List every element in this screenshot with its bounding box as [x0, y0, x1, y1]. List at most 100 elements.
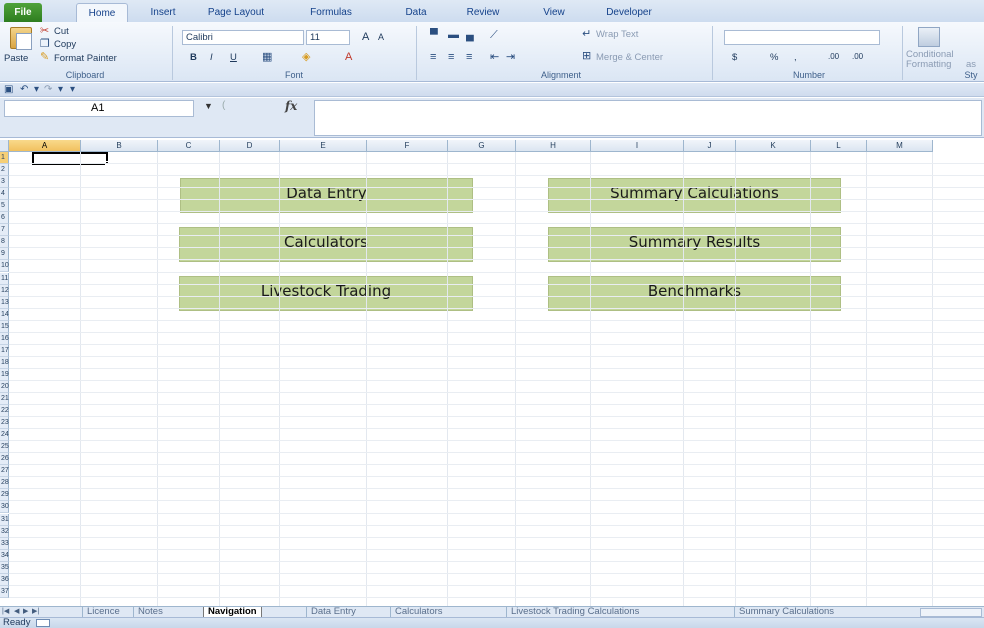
- row-header-18[interactable]: 18: [0, 356, 9, 369]
- tab-view[interactable]: View: [536, 3, 572, 22]
- macro-record-icon[interactable]: [36, 619, 50, 627]
- summary-calculations-button[interactable]: Summary Calculations: [548, 178, 841, 213]
- cut-button[interactable]: Cut: [54, 26, 69, 37]
- row-header-4[interactable]: 4: [0, 188, 9, 201]
- select-all-button[interactable]: [0, 140, 9, 152]
- row-header-37[interactable]: 37: [0, 585, 9, 598]
- bold-button[interactable]: B: [190, 52, 197, 63]
- row-header-14[interactable]: 14: [0, 308, 9, 321]
- font-color-icon[interactable]: A: [345, 51, 352, 63]
- paste-icon[interactable]: [10, 27, 32, 50]
- font-name-select[interactable]: Calibri: [182, 30, 304, 45]
- calculators-button[interactable]: Calculators: [179, 227, 473, 262]
- comma-button[interactable]: ,: [794, 52, 797, 63]
- column-header-i[interactable]: I: [591, 140, 684, 152]
- row-header-19[interactable]: 19: [0, 368, 9, 381]
- horizontal-scrollbar[interactable]: [920, 608, 982, 617]
- row-header-8[interactable]: 8: [0, 236, 9, 249]
- column-header-m[interactable]: M: [867, 140, 933, 152]
- borders-icon[interactable]: ▦: [262, 51, 272, 63]
- grow-font-button[interactable]: A: [362, 31, 369, 43]
- italic-button[interactable]: I: [210, 52, 213, 63]
- indent-icon[interactable]: ⇤: [490, 51, 499, 63]
- undo-dropdown-icon[interactable]: ▾: [34, 84, 39, 96]
- currency-button[interactable]: $: [732, 52, 737, 63]
- tab-page-layout[interactable]: Page Layout: [200, 3, 272, 22]
- tab-review[interactable]: Review: [458, 3, 508, 22]
- copy-button[interactable]: Copy: [54, 39, 76, 50]
- insert-function-button[interactable]: fx: [285, 99, 297, 113]
- last-sheet-icon[interactable]: ▶|: [32, 607, 39, 617]
- column-header-a[interactable]: A: [9, 140, 81, 152]
- increase-decimal-button[interactable]: .00: [828, 52, 839, 61]
- tab-file[interactable]: File: [4, 3, 42, 22]
- column-header-c[interactable]: C: [158, 140, 220, 152]
- align-bottom-icon[interactable]: ▄: [466, 29, 474, 41]
- row-header-10[interactable]: 10: [0, 260, 9, 273]
- cell-area[interactable]: Data Entry Calculators Livestock Trading…: [9, 152, 984, 606]
- benchmarks-button[interactable]: Benchmarks: [548, 276, 841, 311]
- row-header-20[interactable]: 20: [0, 380, 9, 393]
- conditional-formatting-icon[interactable]: [918, 27, 940, 47]
- column-header-l[interactable]: L: [811, 140, 867, 152]
- row-header-7[interactable]: 7: [0, 224, 9, 237]
- row-header-6[interactable]: 6: [0, 212, 9, 225]
- tab-data[interactable]: Data: [398, 3, 434, 22]
- format-painter-button[interactable]: Format Painter: [54, 53, 117, 64]
- row-header-34[interactable]: 34: [0, 549, 9, 562]
- row-header-15[interactable]: 15: [0, 320, 9, 333]
- row-header-13[interactable]: 13: [0, 296, 9, 309]
- undo-icon[interactable]: ↶: [20, 84, 28, 96]
- prev-sheet-icon[interactable]: ◀: [14, 607, 19, 617]
- column-header-k[interactable]: K: [736, 140, 811, 152]
- row-header-21[interactable]: 21: [0, 393, 9, 406]
- row-header-29[interactable]: 29: [0, 489, 9, 502]
- tab-developer[interactable]: Developer: [596, 3, 662, 22]
- merge-center-button[interactable]: Merge & Center: [596, 52, 663, 63]
- row-header-1[interactable]: 1: [0, 152, 9, 165]
- column-header-e[interactable]: E: [280, 140, 367, 152]
- column-header-h[interactable]: H: [516, 140, 591, 152]
- column-header-b[interactable]: B: [81, 140, 158, 152]
- row-header-33[interactable]: 33: [0, 537, 9, 550]
- align-center-icon[interactable]: ≡: [448, 51, 454, 63]
- align-right-icon[interactable]: ≡: [466, 51, 472, 63]
- column-header-f[interactable]: F: [367, 140, 448, 152]
- row-header-9[interactable]: 9: [0, 248, 9, 261]
- redo-icon[interactable]: ↷: [44, 84, 52, 96]
- row-header-26[interactable]: 26: [0, 453, 9, 466]
- row-header-16[interactable]: 16: [0, 332, 9, 345]
- row-header-24[interactable]: 24: [0, 429, 9, 442]
- wrap-text-button[interactable]: Wrap Text: [596, 29, 638, 40]
- name-box-dropdown-icon[interactable]: ▼: [204, 101, 213, 111]
- row-header-32[interactable]: 32: [0, 525, 9, 538]
- underline-button[interactable]: U: [230, 52, 237, 63]
- tab-insert[interactable]: Insert: [143, 3, 183, 22]
- row-header-11[interactable]: 11: [0, 272, 9, 285]
- row-header-2[interactable]: 2: [0, 164, 9, 177]
- number-format-select[interactable]: [724, 30, 880, 45]
- tab-home[interactable]: Home: [76, 3, 128, 22]
- summary-results-button[interactable]: Summary Results: [548, 227, 841, 262]
- conditional-formatting-button-line2[interactable]: Formatting: [906, 59, 951, 70]
- row-header-28[interactable]: 28: [0, 477, 9, 490]
- shrink-font-button[interactable]: A: [378, 32, 384, 42]
- row-header-3[interactable]: 3: [0, 176, 9, 189]
- formula-input[interactable]: [314, 100, 982, 136]
- row-header-5[interactable]: 5: [0, 200, 9, 213]
- column-header-g[interactable]: G: [448, 140, 516, 152]
- row-header-30[interactable]: 30: [0, 501, 9, 514]
- cancel-icon[interactable]: (: [222, 100, 225, 111]
- column-header-d[interactable]: D: [220, 140, 280, 152]
- align-left-icon[interactable]: ≡: [430, 51, 436, 63]
- row-header-35[interactable]: 35: [0, 561, 9, 574]
- fill-color-icon[interactable]: ◈: [302, 51, 310, 63]
- orientation-icon[interactable]: ⟋: [490, 29, 498, 41]
- row-header-27[interactable]: 27: [0, 465, 9, 478]
- next-sheet-icon[interactable]: ▶: [23, 607, 28, 617]
- redo-dropdown-icon[interactable]: ▾: [58, 84, 63, 96]
- data-entry-button[interactable]: Data Entry: [180, 178, 473, 213]
- paste-button[interactable]: Paste: [4, 53, 28, 64]
- save-icon[interactable]: ▣: [4, 84, 13, 96]
- font-size-select[interactable]: 11: [306, 30, 350, 45]
